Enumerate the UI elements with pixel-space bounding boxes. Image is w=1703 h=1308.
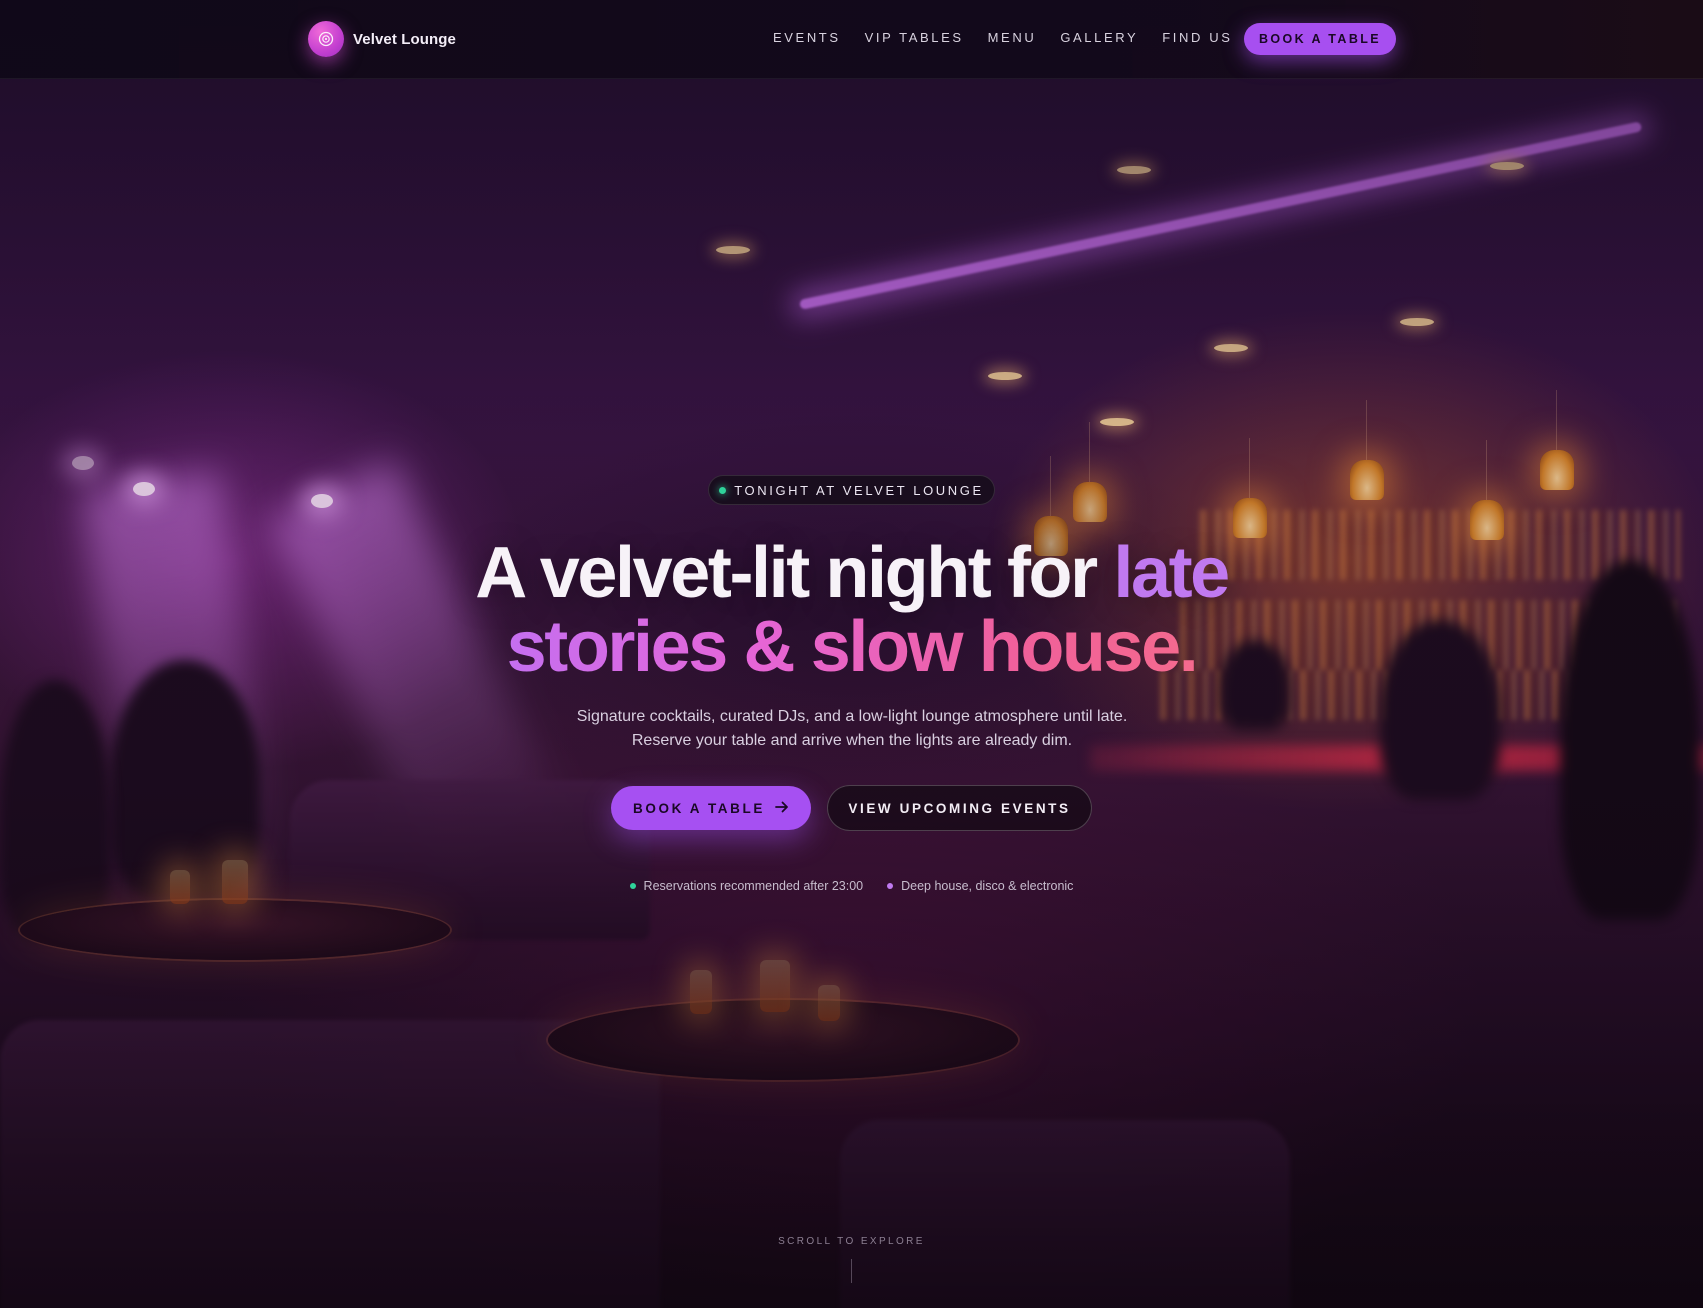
scroll-hint[interactable]: SCROLL TO EXPLORE xyxy=(0,1236,1703,1247)
headline-part-1: A velvet-lit night for xyxy=(475,533,1114,613)
note-reservations: Reservations recommended after 23:00 xyxy=(629,879,864,893)
note-text: Deep house, disco & electronic xyxy=(901,879,1074,893)
headline-gradient-line: stories & slow house. xyxy=(506,607,1199,687)
hero-notes: Reservations recommended after 23:00 Dee… xyxy=(0,879,1703,893)
note-text: Reservations recommended after 23:00 xyxy=(643,879,864,893)
hero-description-line-1: Signature cocktails, curated DJs, and a … xyxy=(576,708,1128,725)
book-table-button-label: BOOK A TABLE xyxy=(633,800,765,816)
live-status-dot xyxy=(719,486,727,494)
badge-label: TONIGHT AT VELVET LOUNGE xyxy=(734,482,984,498)
note-dot-green xyxy=(629,883,636,889)
hero-section: TONIGHT AT VELVET LOUNGE A velvet-lit ni… xyxy=(0,0,1703,1308)
note-dot-purple xyxy=(887,883,894,889)
scroll-indicator-line xyxy=(851,1259,852,1283)
tonight-badge: TONIGHT AT VELVET LOUNGE xyxy=(708,475,995,505)
hero-description-line-2: Reserve your table and arrive when the l… xyxy=(631,732,1073,749)
headline-accent-word: late xyxy=(1113,533,1230,613)
hero-headline: A velvet-lit night for late stories & sl… xyxy=(350,536,1353,684)
book-table-button[interactable]: BOOK A TABLE xyxy=(611,786,811,830)
hero-description: Signature cocktails, curated DJs, and a … xyxy=(452,705,1252,753)
view-events-button[interactable]: VIEW UPCOMING EVENTS xyxy=(827,785,1092,831)
note-music: Deep house, disco & electronic xyxy=(887,879,1073,893)
arrow-right-icon xyxy=(775,801,789,816)
